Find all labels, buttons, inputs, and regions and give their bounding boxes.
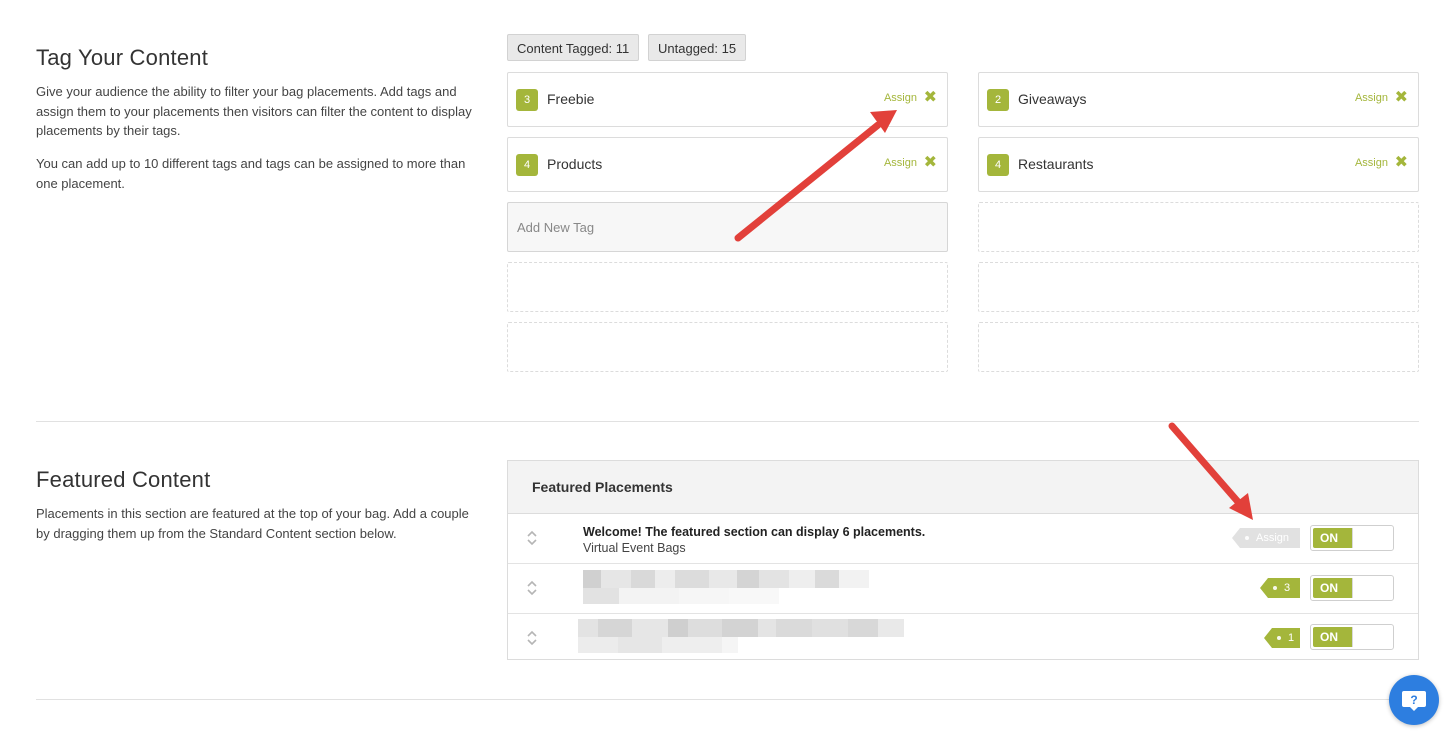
tag-count-flag[interactable]: 1 (1264, 628, 1300, 648)
on-off-toggle[interactable]: ON (1310, 624, 1394, 650)
content-tagged-counter: Content Tagged: 11 (507, 34, 640, 61)
placement-row[interactable]: 1 ON (508, 614, 1418, 663)
section-divider (36, 421, 1419, 422)
empty-tag-slot (507, 322, 948, 372)
toggle-knob (1352, 578, 1391, 598)
tag-card-restaurants: 4 Restaurants Assign ✖ (978, 137, 1419, 192)
on-off-toggle[interactable]: ON (1310, 525, 1394, 551)
tag-card-freebie: 3 Freebie Assign ✖ (507, 72, 948, 127)
tag-name[interactable]: Restaurants (1018, 156, 1093, 172)
help-button[interactable]: ? (1389, 675, 1439, 725)
placement-row[interactable]: 3 ON (508, 564, 1418, 614)
untagged-counter: Untagged: 15 (648, 34, 747, 61)
svg-text:?: ? (1410, 693, 1417, 707)
tag-section-limit-note: You can add up to 10 different tags and … (36, 156, 466, 191)
drag-handle-icon[interactable] (526, 629, 538, 647)
x-icon[interactable]: ✖ (924, 89, 937, 107)
empty-tag-slot (978, 322, 1419, 372)
featured-section-description: Placements in this section are featured … (36, 506, 469, 541)
tag-section-title: Tag Your Content (36, 45, 209, 70)
tag-count-label: 3 (1284, 582, 1291, 594)
toggle-on-label: ON (1313, 627, 1353, 647)
flag-dot-icon (1277, 636, 1281, 640)
featured-placements-panel: Featured Placements Welcome! The feature… (507, 460, 1419, 660)
drag-handle-icon[interactable] (526, 579, 538, 597)
x-icon[interactable]: ✖ (1395, 89, 1408, 107)
featured-section-title: Featured Content (36, 467, 211, 492)
toggle-knob (1352, 627, 1391, 647)
blurred-placement-subtitle (578, 637, 738, 653)
assign-tag-link[interactable]: Assign (1355, 92, 1388, 104)
flag-dot-icon (1273, 586, 1277, 590)
drag-handle-icon[interactable] (526, 529, 538, 547)
tag-name[interactable]: Giveaways (1018, 91, 1086, 107)
tag-card-products: 4 Products Assign ✖ (507, 137, 948, 192)
assign-tag-link[interactable]: Assign (1355, 157, 1388, 169)
placement-title: Welcome! The featured section can displa… (583, 525, 926, 539)
panel-title: Featured Placements (532, 479, 673, 495)
flag-dot-icon (1245, 536, 1249, 540)
assign-tag-link[interactable]: Assign (884, 157, 917, 169)
toggle-on-label: ON (1313, 528, 1353, 548)
assign-tag-link[interactable]: Assign (884, 92, 917, 104)
tag-name[interactable]: Freebie (547, 91, 594, 107)
assign-tag-label: Assign (1256, 532, 1290, 544)
blurred-placement-title (583, 570, 889, 588)
tag-count-badge: 2 (987, 89, 1009, 111)
x-icon[interactable]: ✖ (1395, 154, 1408, 172)
tag-count-label: 1 (1288, 632, 1295, 644)
placement-subtitle: Virtual Event Bags (583, 541, 686, 555)
placement-row[interactable]: Welcome! The featured section can displa… (508, 514, 1418, 564)
empty-tag-slot (978, 262, 1419, 312)
blurred-placement-title (578, 619, 904, 637)
on-off-toggle[interactable]: ON (1310, 575, 1394, 601)
tag-count-flag[interactable]: 3 (1260, 578, 1300, 598)
empty-tag-slot (507, 262, 948, 312)
section-divider (36, 699, 1419, 700)
empty-tag-slot (978, 202, 1419, 252)
tag-name[interactable]: Products (547, 156, 602, 172)
tag-count-badge: 4 (516, 154, 538, 176)
blurred-placement-subtitle (583, 588, 783, 604)
assign-tag-flag[interactable]: Assign (1232, 528, 1300, 548)
tag-count-badge: 4 (987, 154, 1009, 176)
add-new-tag-input[interactable] (507, 202, 948, 252)
question-mark-icon: ? (1402, 691, 1426, 711)
panel-header: Featured Placements (508, 461, 1418, 514)
x-icon[interactable]: ✖ (924, 154, 937, 172)
toggle-knob (1352, 528, 1391, 548)
tag-section-description: Give your audience the ability to filter… (36, 84, 472, 138)
tag-card-giveaways: 2 Giveaways Assign ✖ (978, 72, 1419, 127)
toggle-on-label: ON (1313, 578, 1353, 598)
tag-count-badge: 3 (516, 89, 538, 111)
